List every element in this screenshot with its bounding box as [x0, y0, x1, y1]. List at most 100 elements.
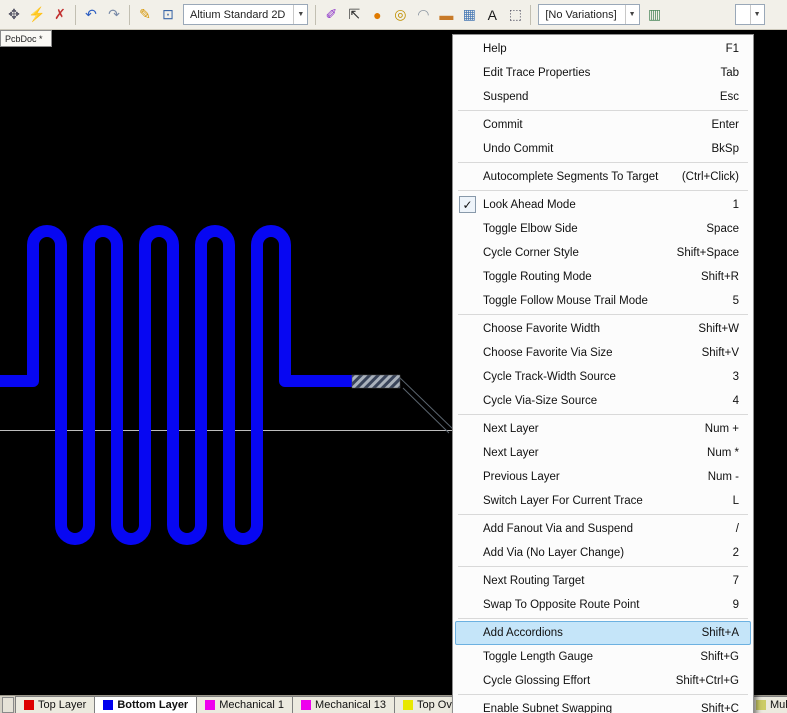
menu-item-add-via-no-layer-change[interactable]: Add Via (No Layer Change)2: [455, 541, 751, 565]
layer-color-swatch: [403, 700, 413, 710]
tab-scroll-button[interactable]: [2, 697, 14, 713]
menu-item-undo-commit[interactable]: Undo CommitBkSp: [455, 137, 751, 161]
string-icon[interactable]: A: [481, 4, 503, 26]
menu-item-label: Toggle Routing Mode: [483, 271, 592, 283]
room-icon[interactable]: ▦: [458, 4, 480, 26]
menu-item-shortcut: 7: [723, 575, 739, 587]
menu-item-next-routing-target[interactable]: Next Routing Target 7: [455, 569, 751, 593]
menu-item-toggle-routing-mode[interactable]: Toggle Routing ModeShift+R: [455, 265, 751, 289]
menu-item-toggle-length-gauge[interactable]: Toggle Length GaugeShift+G: [455, 645, 751, 669]
menu-item-label: Cycle Via-Size Source: [483, 395, 597, 407]
highlight-net-icon[interactable]: ⚡: [26, 4, 48, 26]
menu-separator: [458, 514, 748, 515]
document-tab[interactable]: PcbDoc *: [0, 30, 52, 47]
selected-segment-hatch[interactable]: [352, 375, 400, 388]
menu-item-label: Edit Trace Properties: [483, 67, 590, 79]
interactive-routing-icon[interactable]: ✐: [320, 4, 342, 26]
checkmark-icon: ✓: [459, 196, 476, 213]
menu-item-autocomplete-segments-to-target[interactable]: Autocomplete Segments To Target(Ctrl+Cli…: [455, 165, 751, 189]
route-direction-icon[interactable]: ⇱: [343, 4, 365, 26]
menu-item-shortcut: Num *: [697, 447, 739, 459]
menu-item-label: Toggle Elbow Side: [483, 223, 578, 235]
variations-dropdown-value: [No Variations]: [545, 9, 616, 21]
menu-item-shortcut: Shift+W: [688, 323, 739, 335]
menu-item-label: Add Fanout Via and Suspend: [483, 523, 633, 535]
menu-item-shortcut: Shift+Space: [667, 247, 739, 259]
menu-item-toggle-follow-mouse-trail-mode[interactable]: Toggle Follow Mouse Trail Mode5: [455, 289, 751, 313]
pad-icon[interactable]: ●: [366, 4, 388, 26]
redo-icon[interactable]: ↷: [103, 4, 125, 26]
menu-item-previous-layer[interactable]: Previous LayerNum -: [455, 465, 751, 489]
menu-item-label: Enable Subnet Swapping: [483, 703, 612, 713]
menu-item-help[interactable]: HelpF1: [455, 37, 751, 61]
menu-item-toggle-elbow-side[interactable]: Toggle Elbow SideSpace: [455, 217, 751, 241]
menu-item-enable-subnet-swapping[interactable]: Enable Subnet SwappingShift+C: [455, 697, 751, 713]
menu-item-swap-to-opposite-route-point[interactable]: Swap To Opposite Route Point9: [455, 593, 751, 617]
menu-item-switch-layer-for-current-trace[interactable]: Switch Layer For Current TraceL: [455, 489, 751, 513]
menu-item-cycle-glossing-effort[interactable]: Cycle Glossing Effort Shift+Ctrl+G: [455, 669, 751, 693]
view-configuration-dropdown[interactable]: Altium Standard 2D ▼: [183, 4, 308, 25]
undo-icon[interactable]: ↶: [80, 4, 102, 26]
menu-item-shortcut: 2: [723, 547, 739, 559]
menu-item-choose-favorite-width[interactable]: Choose Favorite WidthShift+W: [455, 317, 751, 341]
menu-item-label: Choose Favorite Via Size: [483, 347, 613, 359]
menu-item-add-accordions[interactable]: Add AccordionsShift+A: [455, 621, 751, 645]
view-configuration-dropdown-value: Altium Standard 2D: [190, 9, 285, 21]
menu-item-shortcut: Shift+Ctrl+G: [666, 675, 739, 687]
context-menu: HelpF1 Edit Trace Properties Tab SuspendEsc…: [452, 34, 754, 713]
layer-color-swatch: [756, 700, 766, 710]
via-icon[interactable]: ◎: [389, 4, 411, 26]
component-icon[interactable]: ⬚: [504, 4, 526, 26]
pencil-icon[interactable]: ✎: [134, 4, 156, 26]
layer-tab-top-layer[interactable]: Top Layer: [15, 696, 95, 713]
board-insight-icon[interactable]: ⊡: [157, 4, 179, 26]
quick-access-dropdown[interactable]: ▼: [735, 4, 765, 25]
menu-item-suspend[interactable]: SuspendEsc: [455, 85, 751, 109]
chevron-down-icon[interactable]: ▼: [750, 5, 761, 24]
chevron-down-icon[interactable]: ▼: [293, 5, 304, 24]
serpentine-trace[interactable]: [0, 231, 352, 539]
toolbar-separator: [315, 5, 316, 25]
menu-item-commit[interactable]: CommitEnter: [455, 113, 751, 137]
variations-dropdown[interactable]: [No Variations] ▼: [538, 4, 639, 25]
arc-icon[interactable]: ◠: [412, 4, 434, 26]
menu-separator: [458, 414, 748, 415]
menu-item-label: Cycle Track-Width Source: [483, 371, 616, 383]
menu-separator: [458, 566, 748, 567]
menu-item-next-layer[interactable]: Next LayerNum *: [455, 441, 751, 465]
menu-item-next-layer[interactable]: Next LayerNum +: [455, 417, 751, 441]
clear-filter-icon[interactable]: ✗: [49, 4, 71, 26]
toolbar-separator: [129, 5, 130, 25]
menu-item-cycle-corner-style[interactable]: Cycle Corner StyleShift+Space: [455, 241, 751, 265]
move-component-icon[interactable]: ✥: [3, 4, 25, 26]
layer-tab-mechanical-1[interactable]: Mechanical 1: [196, 696, 293, 713]
menu-item-shortcut: Tab: [710, 67, 739, 79]
menu-item-choose-favorite-via-size[interactable]: Choose Favorite Via SizeShift+V: [455, 341, 751, 365]
toolbar: ✥⚡✗ ↶↷ ✎⊡ Altium Standard 2D ▼ ✐⇱●◎◠▬▦A⬚ [No V…: [0, 0, 787, 30]
menu-item-label: Switch Layer For Current Trace: [483, 495, 643, 507]
menu-item-label: Undo Commit: [483, 143, 553, 155]
variant-board-icon[interactable]: ▥: [644, 4, 666, 26]
layer-color-swatch: [301, 700, 311, 710]
layer-tab-mechanical-13[interactable]: Mechanical 13: [292, 696, 395, 713]
menu-item-shortcut: 4: [723, 395, 739, 407]
lookahead-line-upper: [397, 375, 456, 432]
menu-item-edit-trace-properties[interactable]: Edit Trace Properties Tab: [455, 61, 751, 85]
toolbar-separator: [75, 5, 76, 25]
menu-item-shortcut: Num +: [695, 423, 739, 435]
menu-separator: [458, 162, 748, 163]
chevron-down-icon[interactable]: ▼: [625, 5, 636, 24]
menu-item-cycle-via-size-source[interactable]: Cycle Via-Size Source 4: [455, 389, 751, 413]
menu-item-look-ahead-mode[interactable]: ✓Look Ahead Mode1: [455, 193, 751, 217]
menu-item-cycle-track-width-source[interactable]: Cycle Track-Width Source 3: [455, 365, 751, 389]
menu-item-label: Look Ahead Mode: [483, 199, 576, 211]
layer-tab-label: Top Layer: [38, 699, 86, 711]
menu-item-label: Cycle Glossing Effort: [483, 675, 590, 687]
menu-item-add-fanout-via-and-suspend[interactable]: Add Fanout Via and Suspend/: [455, 517, 751, 541]
fill-icon[interactable]: ▬: [435, 4, 457, 26]
altium-window: ✥⚡✗ ↶↷ ✎⊡ Altium Standard 2D ▼ ✐⇱●◎◠▬▦A⬚ [No V…: [0, 0, 787, 713]
layer-tab-bottom-layer[interactable]: Bottom Layer: [94, 696, 197, 713]
menu-item-label: Next Routing Target: [483, 575, 584, 587]
menu-item-shortcut: 3: [723, 371, 739, 383]
layer-tab-label: Mechanical 13: [315, 699, 386, 711]
